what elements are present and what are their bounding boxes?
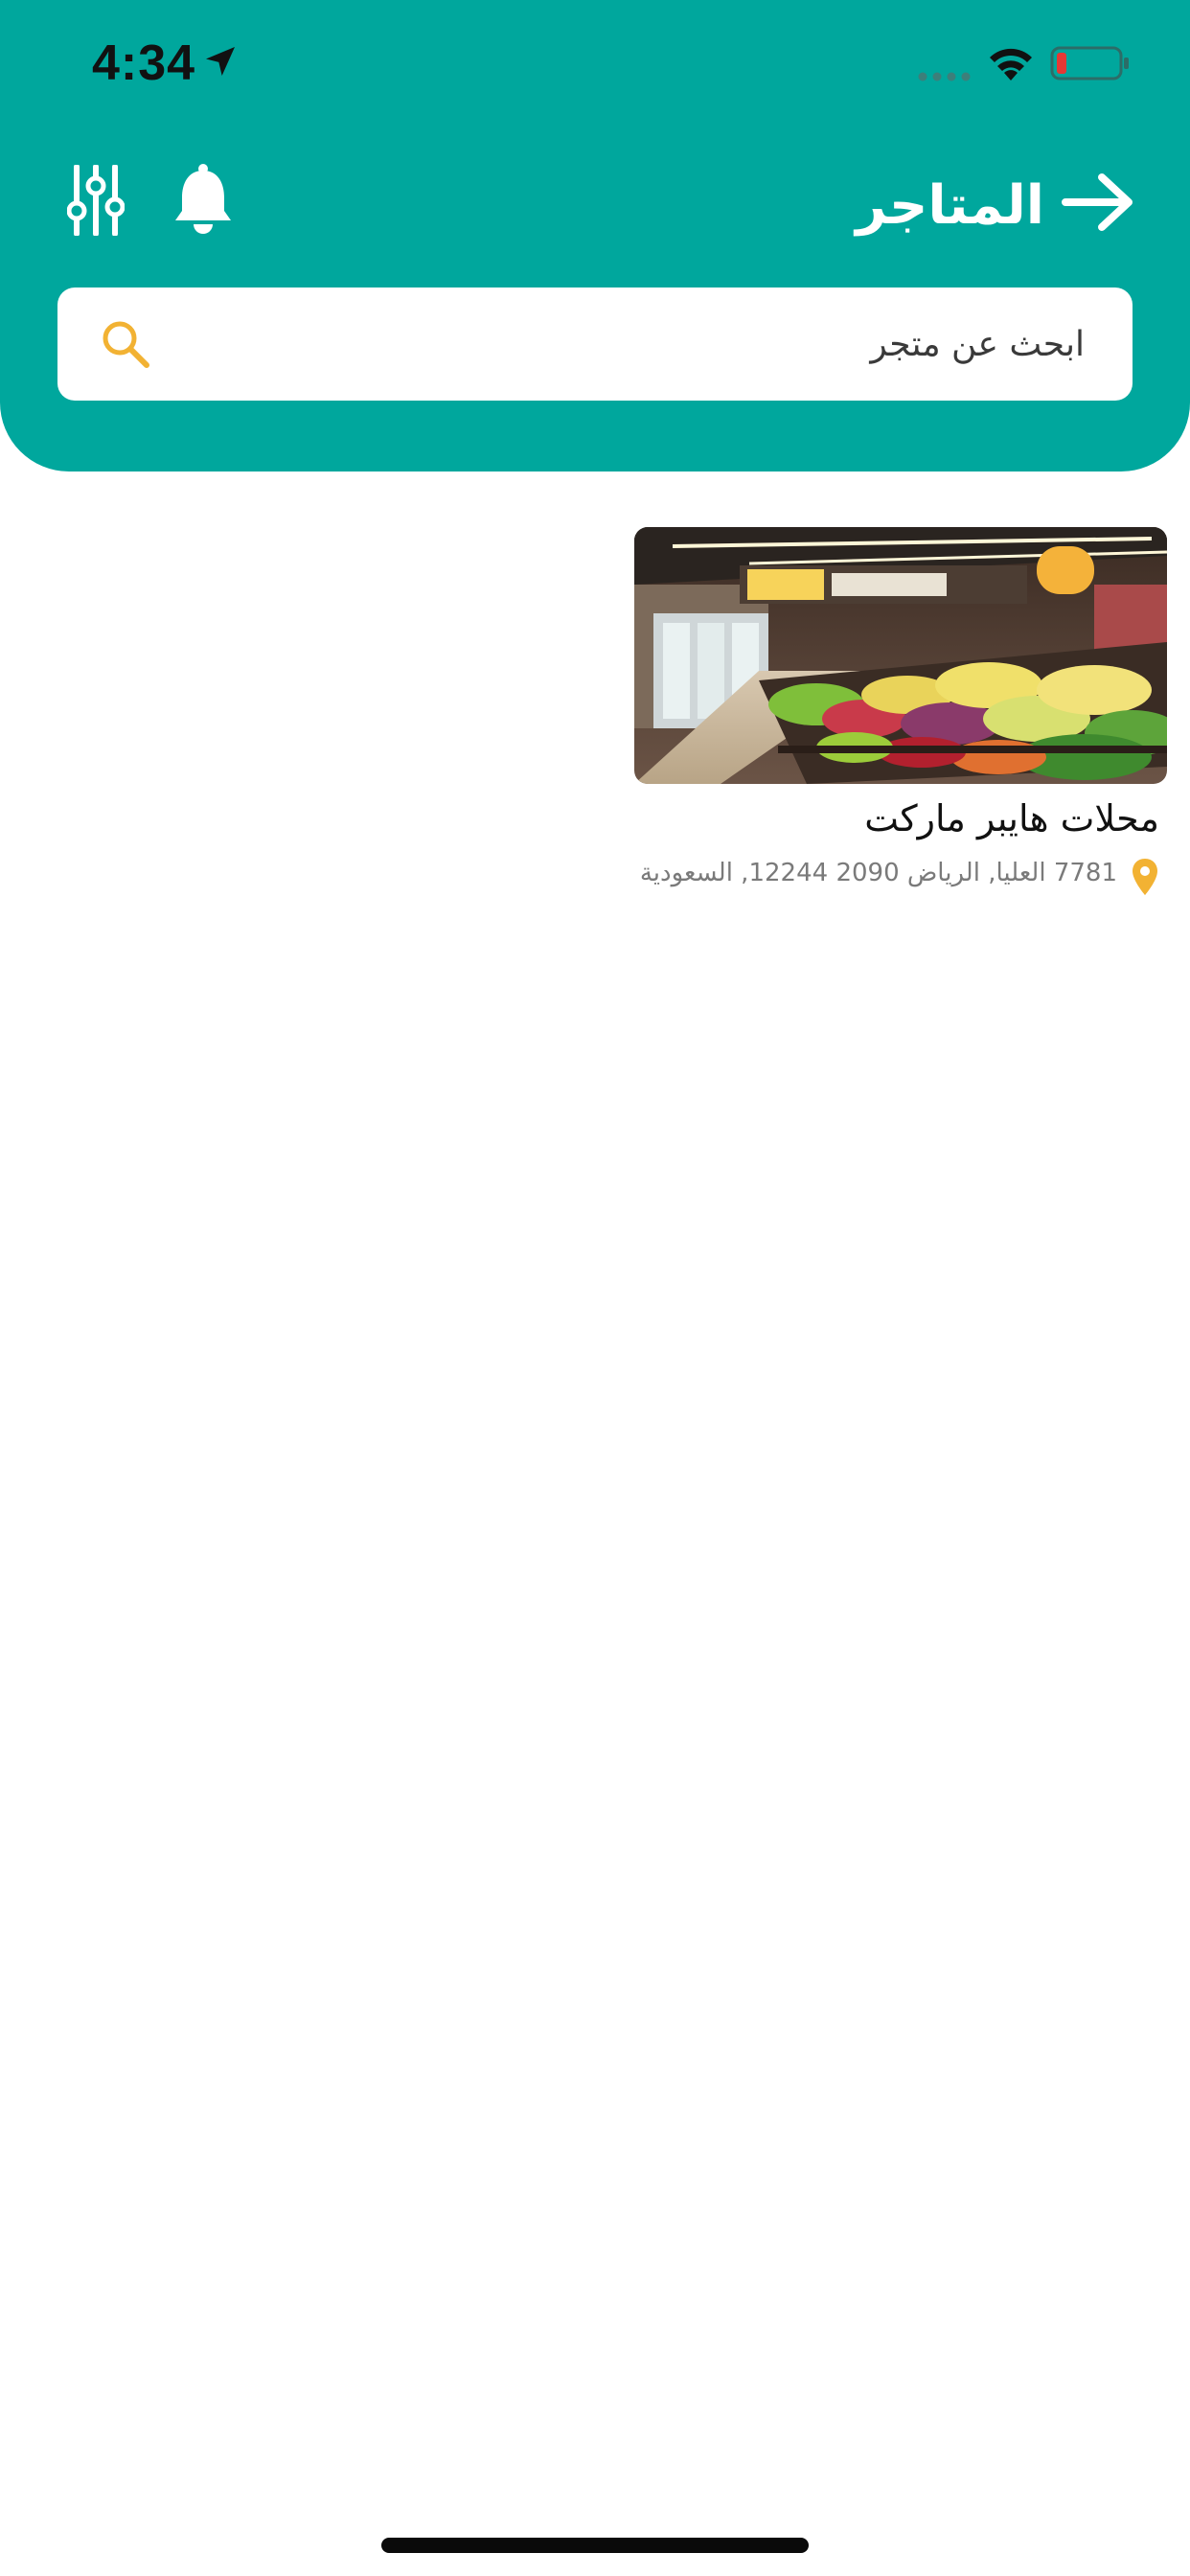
store-address-row: 7781 العليا, الرياض 2090 12244, السعودية <box>623 857 1159 899</box>
location-arrow-icon <box>206 47 235 76</box>
search-icon[interactable] <box>100 318 151 370</box>
wifi-icon <box>990 48 1032 80</box>
bell-icon[interactable] <box>172 163 234 236</box>
battery-icon <box>1050 46 1129 80</box>
header: 4:34 المتاجر <box>0 0 1190 472</box>
search-bar[interactable] <box>57 288 1133 401</box>
sliders-icon[interactable] <box>67 165 125 236</box>
signal-icon <box>918 72 971 81</box>
map-pin-icon <box>1133 859 1157 895</box>
stores-screen: 4:34 المتاجر ابحث عن متجر محلات هايبر ما… <box>0 0 1190 2576</box>
store-name: محلات هايبر ماركت <box>864 797 1159 840</box>
store-image[interactable] <box>634 527 1167 784</box>
store-card[interactable]: محلات هايبر ماركت 7781 العليا, الرياض 20… <box>634 527 1167 901</box>
page-title: المتاجر <box>856 174 1044 237</box>
status-time: 4:34 <box>92 35 196 91</box>
search-input[interactable] <box>172 288 1131 401</box>
back-arrow-icon[interactable] <box>1060 171 1136 234</box>
home-indicator[interactable] <box>381 2538 809 2553</box>
store-address: 7781 العليا, الرياض 2090 12244, السعودية <box>639 859 1117 887</box>
supermarket-produce-aisle-image <box>634 527 1167 784</box>
